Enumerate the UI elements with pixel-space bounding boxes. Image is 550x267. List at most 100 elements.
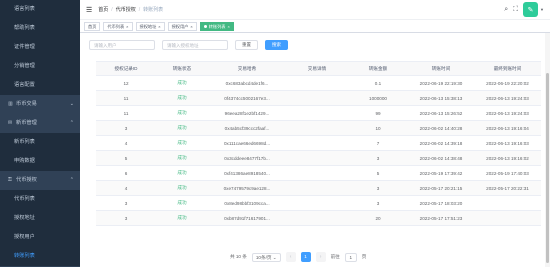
sidebar-item-label: 帮助列表 bbox=[14, 25, 35, 31]
sidebar-item[interactable]: 申购数据 bbox=[0, 152, 80, 171]
sidebar-item[interactable]: 语言配置 bbox=[0, 76, 80, 95]
avatar[interactable]: ✎ bbox=[523, 2, 539, 17]
table-cell: 2022-05-17 17:51:23 bbox=[419, 215, 463, 221]
table-cell: 2022-05-17 20:21:15 bbox=[419, 185, 463, 191]
table-cell: 20 bbox=[375, 215, 381, 221]
tags-view: 首页 代币列表 × 授权地址 × 授权用户 × 转账列表 × bbox=[80, 20, 550, 33]
sidebar-item[interactable]: 帮助列表 bbox=[0, 19, 80, 38]
sidebar-item[interactable]: ✉ 新币管理 ⌃ bbox=[0, 114, 80, 133]
sidebar-item-label: 新币列表 bbox=[14, 139, 35, 145]
column-header: 转账金额 bbox=[368, 65, 388, 71]
sidebar-item[interactable]: ▥ 币币交易 ⌄ bbox=[0, 95, 80, 114]
table-cell: 0xf41386ae8918540... bbox=[224, 170, 270, 176]
sidebar-item-label: 语言列表 bbox=[14, 6, 35, 12]
page-number-current[interactable]: 1 bbox=[300, 252, 311, 262]
table-cell: 成功 bbox=[177, 95, 187, 100]
caret-down-icon[interactable]: ▼ bbox=[540, 7, 544, 12]
table-cell: 2022-06-13 15:38:13 bbox=[419, 95, 463, 101]
transfer-table: 授权记录ID 转账状态 交易哈希 交易详情 转账金额 转账时间 最终到账时间 12 成功 0xc6… bbox=[96, 61, 541, 226]
table-row: 5 成功 0x3cddeee8477f17b... 3 2022-06-02 14:38… bbox=[96, 151, 541, 166]
page-unit-label: 页 bbox=[361, 254, 367, 259]
table-cell: 2022-06-02 14:39:18 bbox=[419, 140, 463, 146]
table-cell: 成功 bbox=[177, 185, 187, 190]
sidebar-item[interactable]: 分销管理 bbox=[0, 57, 80, 76]
tag-item[interactable]: 代币列表 × bbox=[103, 21, 133, 31]
tag-item[interactable]: 首页 bbox=[84, 21, 101, 31]
table-row: 3 成功 0x4ab5cf39ccc2faaf... 10 2022-06-02 14:… bbox=[96, 121, 541, 136]
sidebar-item-label: 授权地址 bbox=[14, 215, 35, 221]
table-cell: 成功 bbox=[177, 200, 187, 205]
sidebar-item[interactable]: 语言列表 bbox=[0, 0, 80, 19]
sidebar-item-label: 证件管理 bbox=[14, 44, 35, 50]
table-cell: 3 bbox=[376, 200, 380, 206]
tag-label: 授权用户 bbox=[171, 23, 189, 29]
table-cell: 成功 bbox=[177, 170, 187, 175]
tag-label: 转账列表 bbox=[208, 23, 226, 29]
sidebar-item-label: 代币列表 bbox=[14, 196, 35, 202]
scrollbar-thumb[interactable] bbox=[546, 73, 549, 263]
table-cell: 6 bbox=[124, 170, 128, 176]
table-cell: 1000000 bbox=[369, 95, 387, 101]
table-row: 4 成功 0xe7479579c9ae128... 3 2022-05-17 20:21… bbox=[96, 181, 541, 196]
column-header: 转账时间 bbox=[431, 65, 451, 71]
table-cell: 7 bbox=[376, 140, 380, 146]
reset-button[interactable]: 重置 bbox=[235, 40, 258, 50]
table-cell: 2022-06-13 15:26:52 bbox=[419, 110, 463, 116]
chevron-up-icon: ⌃ bbox=[69, 120, 74, 126]
next-page-button[interactable]: › bbox=[315, 252, 326, 262]
hamburger-icon[interactable]: ☰ bbox=[86, 6, 92, 14]
column-header: 授权记录ID bbox=[114, 65, 138, 71]
sidebar-item[interactable]: 授权地址 bbox=[0, 209, 80, 228]
column-header: 交易哈希 bbox=[237, 65, 257, 71]
sidebar-item[interactable]: 转账列表 bbox=[0, 247, 80, 266]
prev-page-button[interactable]: ‹ bbox=[285, 252, 296, 262]
table-row: 12 成功 0xc683abcd4de1f6... 0.1 2022-06-19 22:… bbox=[96, 76, 541, 91]
table-cell: 2022-05-19 17:40:03 bbox=[486, 170, 529, 176]
table-cell: 成功 bbox=[177, 215, 187, 220]
close-icon[interactable]: × bbox=[227, 24, 229, 29]
avatar-icon: ✎ bbox=[527, 6, 534, 14]
navbar: ☰ 首页 / 代币授权 / 转账列表 ⌕ ⛶ ✎ ▼ bbox=[80, 0, 550, 20]
table-cell: 10 bbox=[375, 125, 381, 131]
breadcrumb-home[interactable]: 首页 bbox=[98, 6, 108, 13]
search-button[interactable]: 搜索 bbox=[265, 40, 288, 50]
table-cell: 2022-06-02 14:38:48 bbox=[419, 155, 463, 161]
pagination-total: 共 10 条 bbox=[230, 254, 247, 259]
scrollbar[interactable] bbox=[545, 33, 550, 267]
page-size-select[interactable]: 10条/页 ⌄ bbox=[251, 252, 281, 262]
table-cell: 2022-06-13 19:16:02 bbox=[486, 155, 529, 161]
table-cell: 成功 bbox=[177, 110, 187, 115]
table-cell: 2022-06-13 19:24:03 bbox=[486, 110, 529, 116]
close-icon[interactable]: × bbox=[190, 24, 192, 29]
tag-item[interactable]: 授权用户 × bbox=[167, 21, 197, 31]
sidebar-item[interactable]: 证件管理 bbox=[0, 38, 80, 57]
sidebar-item[interactable]: 新币列表 bbox=[0, 133, 80, 152]
auth-address-input[interactable] bbox=[162, 40, 228, 50]
table-cell: 0x3cddeee8477f17b... bbox=[224, 155, 270, 161]
search-icon[interactable]: ⌕ bbox=[504, 6, 508, 14]
sidebar-item[interactable]: 授权用户 bbox=[0, 228, 80, 247]
table-cell: 2022-05-17 18:03:20 bbox=[419, 200, 463, 206]
sidebar-item[interactable]: ⚿ 代币授权 ⌃ bbox=[0, 171, 80, 190]
close-icon[interactable]: × bbox=[126, 24, 128, 29]
table-cell: 3 bbox=[376, 185, 380, 191]
tag-label: 代币列表 bbox=[107, 23, 125, 29]
goto-page-input[interactable]: 1 bbox=[344, 252, 357, 262]
table-row: 3 成功 0x8ed98bbf3109cca... 3 2022-05-17 18:03… bbox=[96, 196, 541, 211]
fullscreen-icon[interactable]: ⛶ bbox=[513, 6, 518, 14]
table-cell: 0x8ed98bbf3109cca... bbox=[224, 200, 270, 206]
table-cell: 2022-06-13 19:16:04 bbox=[486, 125, 529, 131]
close-icon[interactable]: × bbox=[158, 24, 160, 29]
table-row: 11 成功 96eea28f1e2bf1429... 99 2022-06-13 15:… bbox=[96, 106, 541, 121]
user-input[interactable] bbox=[89, 40, 155, 50]
sidebar: 语言列表帮助列表证件管理分销管理 语言配置 ▥ 币币交易 ⌄ ✉ 新币管理 ⌃ 新币列表申购数据… bbox=[0, 0, 80, 267]
tag-item[interactable]: 授权地址 × bbox=[135, 21, 165, 31]
table-cell: 99 bbox=[375, 110, 381, 116]
tag-item[interactable]: 转账列表 × bbox=[199, 21, 234, 31]
breadcrumb-current: 转账列表 bbox=[143, 7, 164, 13]
table-cell: 3 bbox=[124, 215, 128, 221]
sidebar-item[interactable]: 代币列表 bbox=[0, 190, 80, 209]
table-row: 4 成功 0x111cae66ed6698d... 7 2022-06-02 14:39… bbox=[96, 136, 541, 151]
table-cell: 12 bbox=[123, 80, 129, 86]
table-row: 11 成功 0f4374cc5002167e3... 1000000 2022-06-1… bbox=[96, 91, 541, 106]
